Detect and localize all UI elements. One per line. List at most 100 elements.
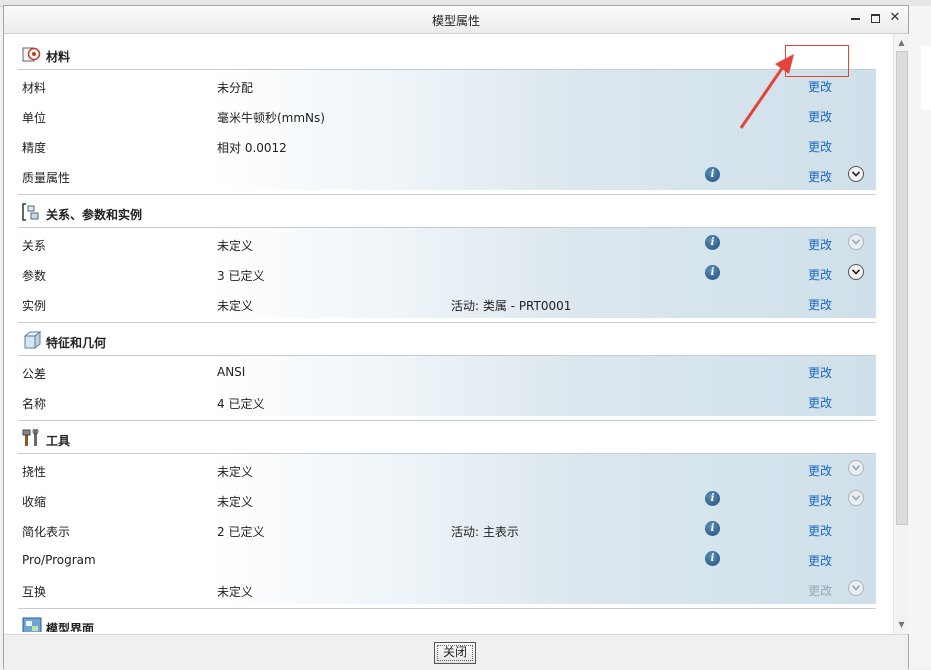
property-active-status: 活动: 类属 - PRT0001 bbox=[451, 299, 572, 313]
section-title: 特征和几何 bbox=[46, 336, 107, 350]
background-app-panel bbox=[909, 6, 931, 669]
property-value: 毫米牛顿秒(mmNs) bbox=[217, 111, 325, 125]
scrollbar-thumb[interactable] bbox=[896, 51, 908, 525]
info-icon[interactable]: i bbox=[705, 235, 720, 250]
property-value: 2 已定义 bbox=[217, 525, 265, 539]
expand-chevron-icon[interactable] bbox=[848, 264, 864, 280]
change-link[interactable]: 更改 bbox=[808, 364, 832, 381]
property-value: 未定义 bbox=[217, 239, 254, 253]
change-link[interactable]: 更改 bbox=[808, 394, 832, 411]
info-icon[interactable]: i bbox=[705, 551, 720, 566]
expand-chevron-icon[interactable] bbox=[848, 460, 864, 476]
property-active-status: 活动: 主表示 bbox=[451, 525, 519, 539]
property-value: 未定义 bbox=[217, 585, 254, 599]
scroll-up-icon[interactable]: ▲ bbox=[894, 36, 909, 50]
relations-icon bbox=[22, 203, 42, 221]
minimize-button[interactable] bbox=[848, 11, 862, 25]
scroll-down-icon[interactable]: ▼ bbox=[894, 618, 909, 632]
close-icon: ✕ bbox=[889, 10, 901, 25]
section-title: 工具 bbox=[46, 434, 71, 448]
property-label: 挠性 bbox=[22, 465, 47, 479]
property-value: 未定义 bbox=[217, 495, 254, 509]
change-link[interactable]: 更改 bbox=[808, 108, 832, 125]
close-window-button[interactable]: ✕ bbox=[888, 11, 902, 25]
property-value: 未定义 bbox=[217, 299, 254, 313]
change-link[interactable]: 更改 bbox=[808, 168, 832, 185]
expand-chevron-icon[interactable] bbox=[848, 580, 864, 596]
change-link[interactable]: 更改 bbox=[808, 462, 832, 479]
change-link[interactable]: 更改 bbox=[808, 138, 832, 155]
material-icon bbox=[22, 45, 42, 63]
section-header: 关系、参数和实例 bbox=[18, 195, 876, 228]
property-label: 简化表示 bbox=[22, 525, 71, 539]
expand-chevron-icon[interactable] bbox=[848, 166, 864, 182]
property-label: 材料 bbox=[22, 81, 47, 95]
background-app-region bbox=[921, 46, 931, 110]
section-header: 工具 bbox=[18, 421, 876, 454]
model-properties-dialog: 模型属性 ✕ 材料 材料 未分配 更改 单位 毫米牛顿秒(mmNs) 更改 精度 相对 0.00… bbox=[3, 5, 909, 670]
change-link[interactable]: 更改 bbox=[808, 522, 832, 539]
property-label: 关系 bbox=[22, 239, 47, 253]
property-value: 3 已定义 bbox=[217, 269, 265, 283]
property-label: 名称 bbox=[22, 397, 47, 411]
change-link[interactable]: 更改 bbox=[808, 552, 832, 569]
property-row: 收缩 未定义 i 更改 bbox=[18, 484, 876, 514]
property-label: Pro/Program bbox=[22, 553, 96, 567]
property-row: 公差 ANSI 更改 bbox=[18, 356, 876, 386]
section-header: 模型界面 bbox=[18, 609, 876, 632]
maximize-button[interactable] bbox=[868, 11, 882, 25]
model-interface-icon bbox=[22, 617, 42, 632]
property-row: 参数 3 已定义 i 更改 bbox=[18, 258, 876, 288]
close-button[interactable]: 关闭 bbox=[434, 642, 476, 664]
change-link[interactable]: 更改 bbox=[808, 236, 832, 253]
annotation-arrow-icon bbox=[739, 54, 794, 129]
dialog-footer: 关闭 bbox=[4, 634, 908, 670]
section-rows: 挠性 未定义 更改 收缩 未定义 i 更改 简化表示 2 已定义 活动: 主表示 i 更改 Pro/Pr… bbox=[18, 454, 876, 604]
property-value: ANSI bbox=[217, 365, 246, 379]
property-label: 收缩 bbox=[22, 495, 47, 509]
property-label: 参数 bbox=[22, 269, 47, 283]
property-row: Pro/Program i 更改 bbox=[18, 544, 876, 574]
property-value: 未分配 bbox=[217, 81, 254, 95]
property-label: 公差 bbox=[22, 367, 47, 381]
tools-icon bbox=[22, 428, 42, 447]
expand-chevron-icon[interactable] bbox=[848, 490, 864, 506]
expand-chevron-icon[interactable] bbox=[848, 234, 864, 250]
change-link[interactable]: 更改 bbox=[808, 266, 832, 283]
property-row: 互换 未定义 更改 bbox=[18, 574, 876, 604]
property-label: 精度 bbox=[22, 141, 47, 155]
vertical-scrollbar[interactable]: ▲ ▼ bbox=[893, 34, 909, 634]
property-row: 名称 4 已定义 更改 bbox=[18, 386, 876, 416]
property-label: 互换 bbox=[22, 585, 47, 599]
property-row: 质量属性 i 更改 bbox=[18, 160, 876, 190]
property-row: 实例 未定义 活动: 类属 - PRT0001 更改 bbox=[18, 288, 876, 318]
info-icon[interactable]: i bbox=[705, 265, 720, 280]
change-link[interactable]: 更改 bbox=[808, 492, 832, 509]
dialog-title: 模型属性 bbox=[431, 14, 480, 28]
section-rows: 公差 ANSI 更改 名称 4 已定义 更改 bbox=[18, 356, 876, 416]
change-link[interactable]: 更改 bbox=[808, 78, 832, 95]
feature-geometry-icon bbox=[22, 330, 42, 350]
property-label: 质量属性 bbox=[22, 171, 71, 185]
property-value: 4 已定义 bbox=[217, 397, 265, 411]
property-row: 精度 相对 0.0012 更改 bbox=[18, 130, 876, 160]
minimize-icon bbox=[850, 18, 860, 20]
dialog-titlebar[interactable]: 模型属性 ✕ bbox=[4, 6, 908, 34]
section-title: 关系、参数和实例 bbox=[46, 208, 143, 222]
property-row: 简化表示 2 已定义 活动: 主表示 i 更改 bbox=[18, 514, 876, 544]
section-title: 模型界面 bbox=[46, 622, 95, 632]
property-value: 未定义 bbox=[217, 465, 254, 479]
maximize-icon bbox=[870, 14, 880, 23]
section-rows: 关系 未定义 i 更改 参数 3 已定义 i 更改 实例 未定义 活动: 类属 - PRT0001 更… bbox=[18, 228, 876, 318]
property-row: 挠性 未定义 更改 bbox=[18, 454, 876, 484]
change-link[interactable]: 更改 bbox=[808, 582, 832, 599]
info-icon[interactable]: i bbox=[705, 521, 720, 536]
section-title: 材料 bbox=[46, 50, 71, 64]
info-icon[interactable]: i bbox=[705, 491, 720, 506]
property-row: 关系 未定义 i 更改 bbox=[18, 228, 876, 258]
change-link[interactable]: 更改 bbox=[808, 296, 832, 313]
property-label: 实例 bbox=[22, 299, 47, 313]
property-label: 单位 bbox=[22, 111, 47, 125]
property-value: 相对 0.0012 bbox=[217, 141, 287, 155]
info-icon[interactable]: i bbox=[705, 167, 720, 182]
